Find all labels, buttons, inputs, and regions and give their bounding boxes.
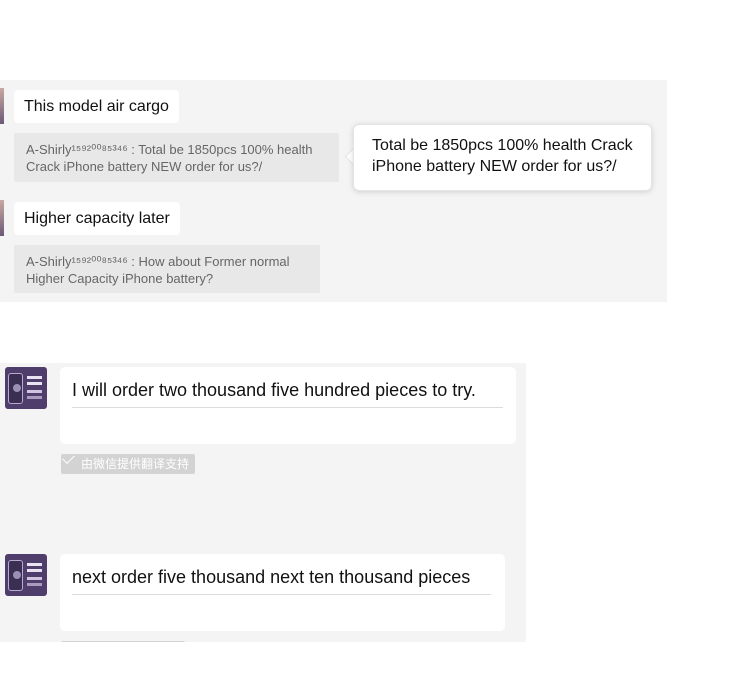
phone-icon [8,560,23,591]
divider [72,407,503,408]
translate-badge: 由微信提供翻译支持 [61,451,196,474]
message-bubble[interactable]: Higher capacity later [14,202,180,235]
message-bubble[interactable]: This model air cargo [14,90,179,123]
translate-badge-label: 由微信提供翻译支持 [81,457,190,471]
quoted-message[interactable]: A-Shirly¹⁵⁹²⁰⁰⁸⁵³⁴⁶ : Total be 1850pcs 1… [14,133,339,182]
message-bubble[interactable]: I will order two thousand five hundred p… [60,367,516,444]
message-text: next order five thousand next ten thousa… [72,567,471,587]
divider [72,594,491,595]
phone-icon [8,373,23,404]
translate-badge [61,641,185,642]
avatar[interactable] [5,554,47,596]
avatar[interactable] [0,88,4,124]
avatar[interactable] [5,367,47,409]
avatar[interactable] [0,200,4,236]
check-icon [62,451,75,464]
message-bubble[interactable]: next order five thousand next ten thousa… [60,554,505,631]
chat-panel-bottom: I will order two thousand five hundred p… [0,363,526,642]
message-text: I will order two thousand five hundred p… [72,380,476,400]
quoted-message[interactable]: A-Shirly¹⁵⁹²⁰⁰⁸⁵³⁴⁶ : How about Former n… [14,245,320,293]
translation-popup: Total be 1850pcs 100% health Crack iPhon… [353,124,652,191]
chat-panel-top: This model air cargo A-Shirly¹⁵⁹²⁰⁰⁸⁵³⁴⁶… [0,80,667,302]
